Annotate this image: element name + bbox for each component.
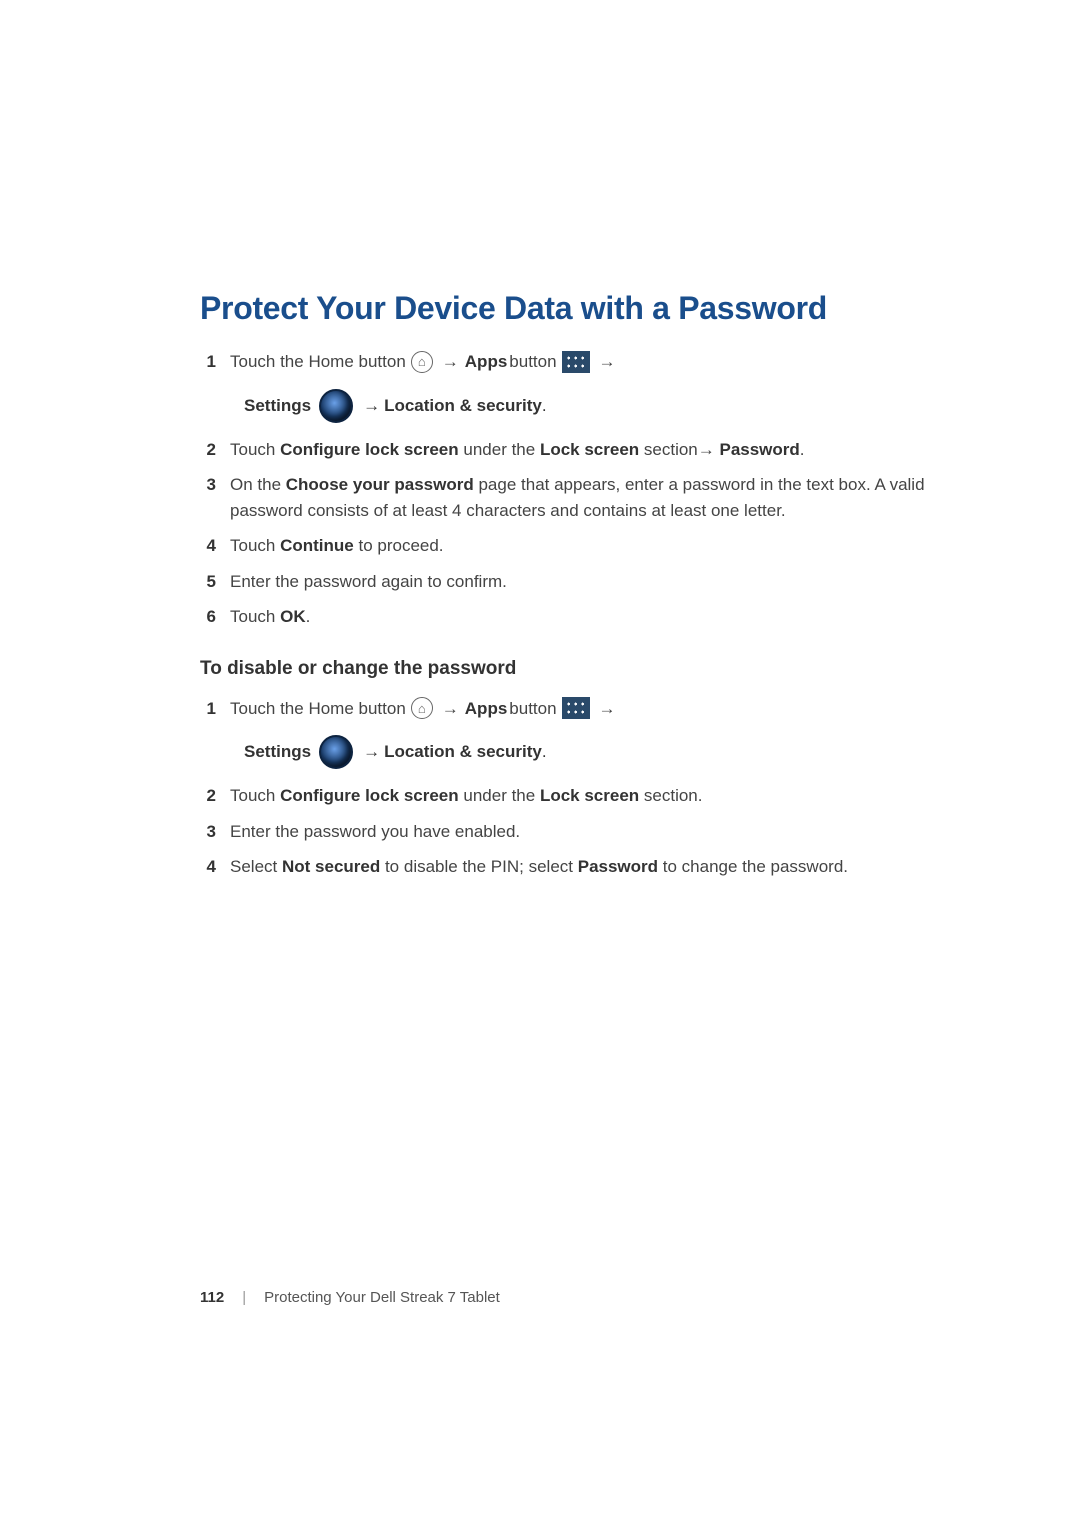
step-1: 1 Touch the Home button ⌂ → Apps button … xyxy=(200,349,950,375)
settings-path: Settings → Location & security. xyxy=(244,735,950,769)
settings-path: Settings → Location & security. xyxy=(244,389,950,423)
step-3: 3 On the Choose your password page that … xyxy=(200,472,950,523)
settings-icon xyxy=(319,389,353,423)
step-number: 2 xyxy=(200,783,230,809)
footer-chapter: Protecting Your Dell Streak 7 Tablet xyxy=(264,1289,500,1306)
steps-secondary-cont: 2 Touch Configure lock screen under the … xyxy=(200,783,950,880)
step-text: Touch the Home button ⌂ → Apps button → xyxy=(230,696,950,722)
step-b1: 1 Touch the Home button ⌂ → Apps button … xyxy=(200,696,950,722)
steps-primary: 1 Touch the Home button ⌂ → Apps button … xyxy=(200,349,950,375)
footer-divider: | xyxy=(242,1289,246,1306)
step-text: Touch Configure lock screen under the Lo… xyxy=(230,437,950,463)
apps-grid-icon xyxy=(562,697,590,719)
settings-icon xyxy=(319,735,353,769)
step-number: 3 xyxy=(200,472,230,498)
step-number: 6 xyxy=(200,604,230,630)
step-6: 6 Touch OK. xyxy=(200,604,950,630)
home-icon: ⌂ xyxy=(411,697,433,719)
step-text: Enter the password again to confirm. xyxy=(230,569,950,595)
step-text: Touch OK. xyxy=(230,604,950,630)
step-text: Touch Configure lock screen under the Lo… xyxy=(230,783,950,809)
step-2: 2 Touch Configure lock screen under the … xyxy=(200,437,950,463)
steps-secondary: 1 Touch the Home button ⌂ → Apps button … xyxy=(200,696,950,722)
step-b4: 4 Select Not secured to disable the PIN;… xyxy=(200,854,950,880)
step-text: Enter the password you have enabled. xyxy=(230,819,950,845)
page-title: Protect Your Device Data with a Password xyxy=(200,290,950,327)
step-text: Touch Continue to proceed. xyxy=(230,533,950,559)
step-number: 1 xyxy=(200,696,230,722)
step-number: 1 xyxy=(200,349,230,375)
apps-grid-icon xyxy=(562,351,590,373)
step-5: 5 Enter the password again to confirm. xyxy=(200,569,950,595)
step-number: 2 xyxy=(200,437,230,463)
step-number: 5 xyxy=(200,569,230,595)
step-b3: 3 Enter the password you have enabled. xyxy=(200,819,950,845)
step-text: Select Not secured to disable the PIN; s… xyxy=(230,854,950,880)
home-icon: ⌂ xyxy=(411,351,433,373)
page-number: 112 xyxy=(200,1289,224,1306)
step-4: 4 Touch Continue to proceed. xyxy=(200,533,950,559)
sub-heading: To disable or change the password xyxy=(200,658,950,680)
page-content: Protect Your Device Data with a Password… xyxy=(0,0,1080,880)
step-number: 3 xyxy=(200,819,230,845)
step-text: On the Choose your password page that ap… xyxy=(230,472,950,523)
step-number: 4 xyxy=(200,533,230,559)
page-footer: 112 | Protecting Your Dell Streak 7 Tabl… xyxy=(200,1289,500,1306)
step-text: Touch the Home button ⌂ → Apps button → xyxy=(230,349,950,375)
step-b2: 2 Touch Configure lock screen under the … xyxy=(200,783,950,809)
steps-primary-cont: 2 Touch Configure lock screen under the … xyxy=(200,437,950,630)
step-number: 4 xyxy=(200,854,230,880)
